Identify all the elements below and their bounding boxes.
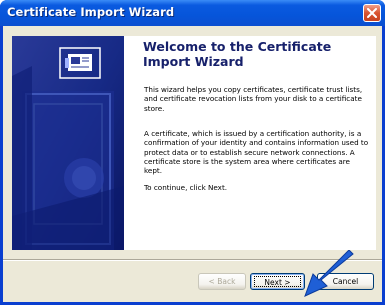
certificate-banner-art	[12, 36, 124, 250]
next-button[interactable]: Next >	[250, 273, 305, 290]
next-button-label: Next >	[254, 276, 301, 287]
close-icon	[367, 8, 377, 18]
dialog-body: Welcome to the Certificate Import Wizard…	[3, 26, 382, 302]
continue-instruction: To continue, click Next.	[144, 183, 228, 192]
wizard-window: Certificate Import Wizard Welcome to the…	[0, 0, 385, 305]
title-bar[interactable]: Certificate Import Wizard	[0, 0, 385, 26]
close-button[interactable]	[363, 4, 381, 22]
wizard-heading: Welcome to the Certificate Import Wizard	[143, 39, 332, 69]
wizard-banner-image	[12, 36, 124, 250]
back-button[interactable]: < Back	[198, 273, 246, 290]
arrow-pointer-icon	[304, 250, 354, 297]
certificate-description-paragraph: A certificate, which is issued by a cert…	[144, 129, 369, 176]
intro-paragraph: This wizard helps you copy certificates,…	[144, 85, 363, 113]
wizard-content: Welcome to the Certificate Import Wizard…	[124, 36, 376, 250]
window-title: Certificate Import Wizard	[7, 5, 175, 19]
